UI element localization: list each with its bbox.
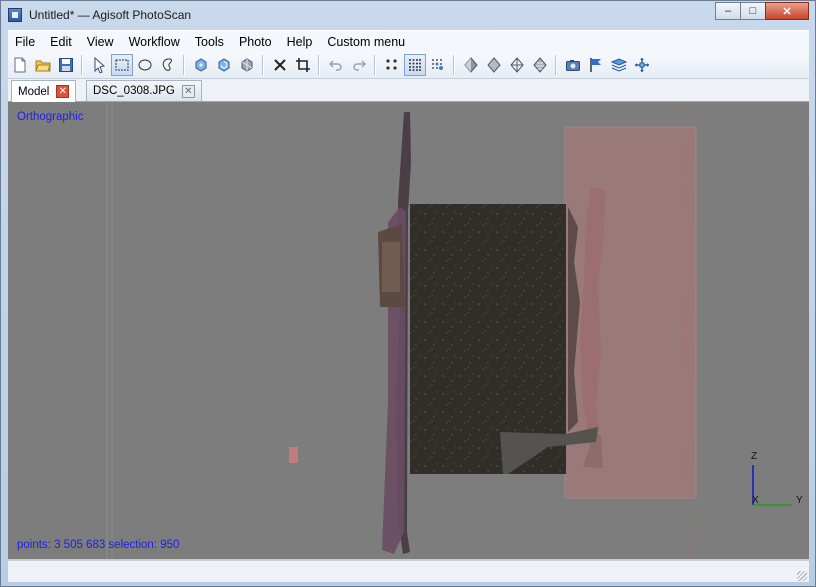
status-bar (8, 560, 809, 582)
menu-edit[interactable]: Edit (43, 35, 80, 49)
toolbar-separator (453, 55, 455, 75)
dense-cloud-classes-icon[interactable] (427, 54, 449, 76)
tab-model-label: Model (18, 85, 50, 98)
close-button[interactable]: ✕ (765, 2, 809, 20)
photoscan-app-icon[interactable] (8, 8, 22, 22)
app-window: Untitled* — Agisoft PhotoScan – □ ✕ File… (0, 0, 816, 587)
menu-workflow[interactable]: Workflow (122, 35, 188, 49)
tab-photo-close-icon[interactable]: ✕ (181, 84, 195, 98)
y-axis-label: Y (796, 495, 803, 506)
new-icon[interactable] (9, 54, 31, 76)
menu-bar: File Edit View Workflow Tools Photo Help… (8, 30, 809, 52)
toolbar-separator (262, 55, 264, 75)
show-shapes-icon[interactable] (608, 54, 630, 76)
point-count-status: points: 3 505 683 selection: 950 (17, 539, 180, 551)
wireframe-model-icon[interactable] (506, 54, 528, 76)
open-icon[interactable] (32, 54, 54, 76)
toolbar-separator (81, 55, 83, 75)
crop-selection-icon[interactable] (292, 54, 314, 76)
dense-cloud-icon[interactable] (404, 54, 426, 76)
document-tab-bar: Model ✕ DSC_0308.JPG ✕ (8, 79, 809, 102)
minimize-button[interactable]: – (715, 2, 741, 20)
main-toolbar (8, 52, 809, 79)
menu-help[interactable]: Help (280, 35, 321, 49)
undo-icon[interactable] (325, 54, 347, 76)
menu-view[interactable]: View (80, 35, 122, 49)
projection-label: Orthographic (17, 111, 84, 123)
toolbar-separator (374, 55, 376, 75)
resize-region-icon[interactable] (190, 54, 212, 76)
menu-custom[interactable]: Custom menu (320, 35, 413, 49)
rectangle-selection-icon[interactable] (111, 54, 133, 76)
model-viewport[interactable]: Orthographic points: 3 505 683 selection… (8, 102, 809, 559)
tab-model-close-icon[interactable]: ✕ (56, 85, 70, 98)
z-axis-label: Z (751, 451, 758, 462)
menu-tools[interactable]: Tools (188, 35, 232, 49)
show-cameras-icon[interactable] (562, 54, 584, 76)
shaded-model-icon[interactable] (460, 54, 482, 76)
show-markers-icon[interactable] (585, 54, 607, 76)
tab-photo[interactable]: DSC_0308.JPG ✕ (86, 80, 202, 101)
toolbar-separator (318, 55, 320, 75)
title-bar[interactable]: Untitled* — Agisoft PhotoScan – □ ✕ (1, 1, 815, 29)
rotate-region-icon[interactable] (213, 54, 235, 76)
redo-icon[interactable] (348, 54, 370, 76)
save-icon[interactable] (55, 54, 77, 76)
free-form-selection-icon[interactable] (157, 54, 179, 76)
x-axis-label: X (752, 495, 759, 506)
window-controls: – □ ✕ (715, 2, 809, 20)
maximize-button[interactable]: □ (740, 2, 766, 20)
window-title: Untitled* — Agisoft PhotoScan (29, 8, 192, 22)
textured-model-icon[interactable] (529, 54, 551, 76)
point-cloud-icon[interactable] (381, 54, 403, 76)
toolbar-separator (183, 55, 185, 75)
solid-model-icon[interactable] (483, 54, 505, 76)
circle-selection-icon[interactable] (134, 54, 156, 76)
menu-file[interactable]: File (8, 35, 43, 49)
toolbar-separator (555, 55, 557, 75)
delete-selection-icon[interactable] (269, 54, 291, 76)
show-region-icon[interactable] (631, 54, 653, 76)
tab-photo-label: DSC_0308.JPG (93, 85, 175, 97)
navigation-icon[interactable] (88, 54, 110, 76)
rotate-object-icon[interactable] (236, 54, 258, 76)
resize-grip[interactable] (797, 571, 807, 581)
menu-photo[interactable]: Photo (232, 35, 280, 49)
point-cloud-render (106, 102, 792, 559)
tab-model[interactable]: Model ✕ (11, 80, 77, 102)
